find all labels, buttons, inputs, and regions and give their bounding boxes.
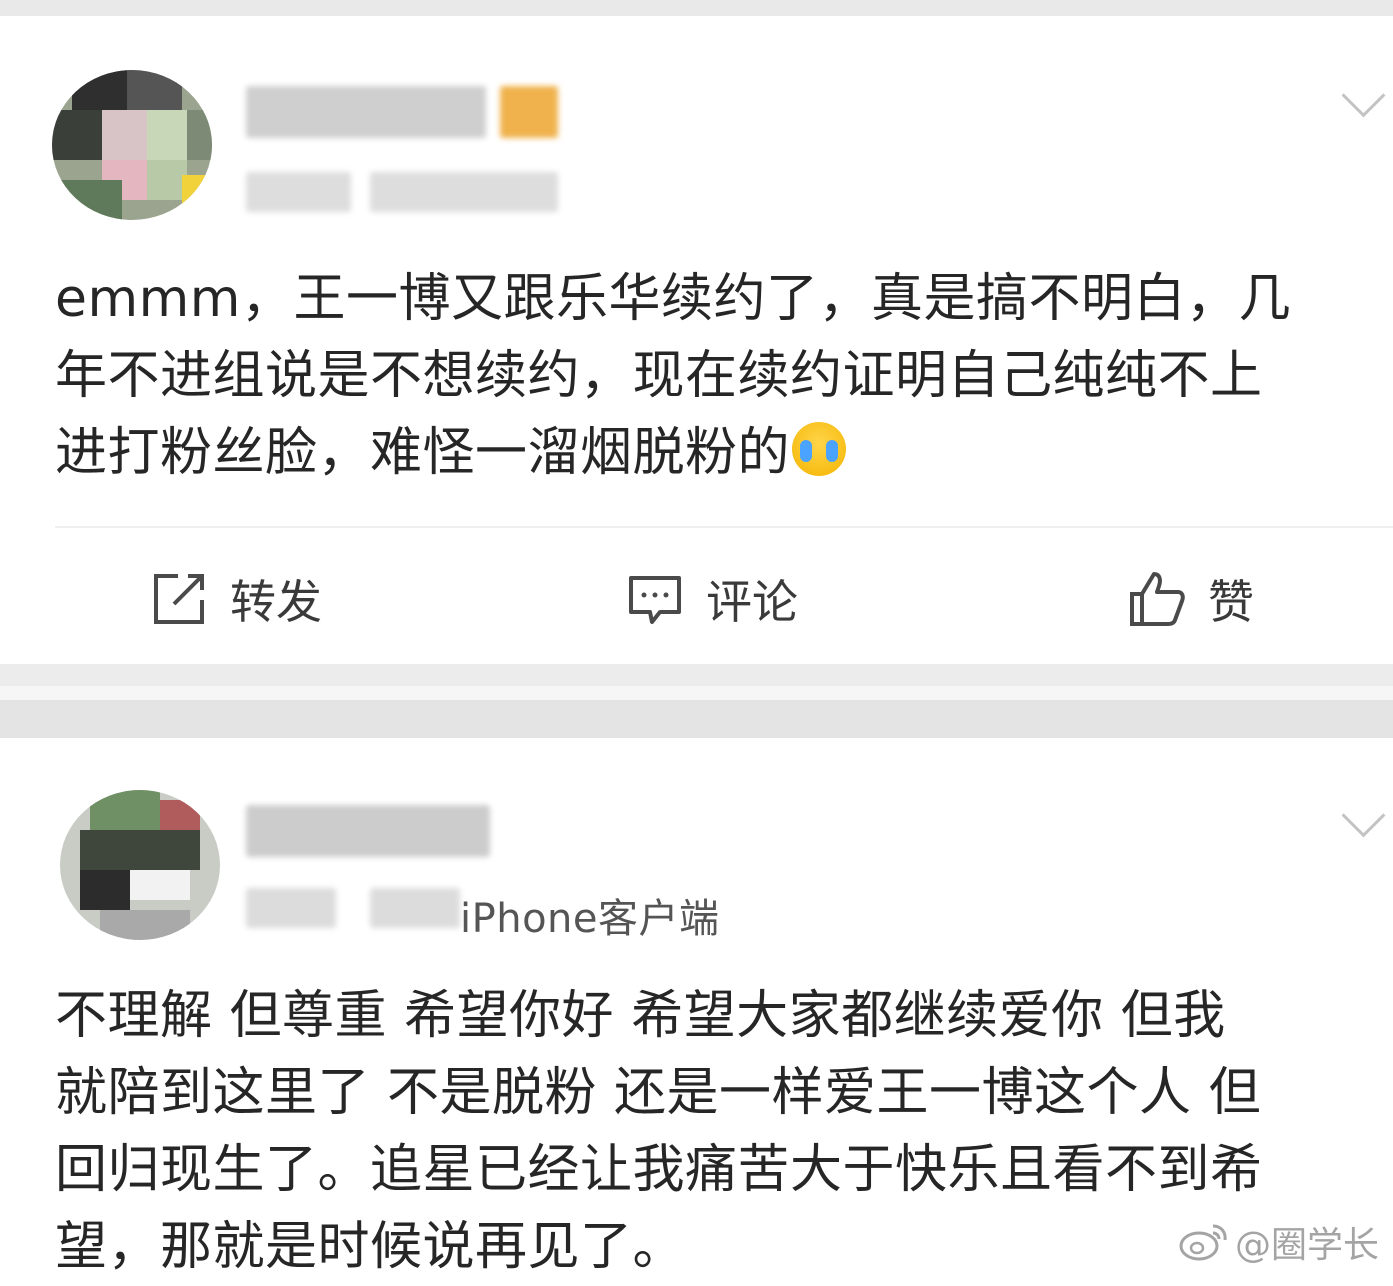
post-source-blurred (370, 888, 460, 928)
post-source-blurred (370, 172, 558, 212)
post-client: iPhone客户端 (460, 896, 720, 942)
post-2-line: 回归现生了。追星已经让我痛苦大于快乐且看不到希 (55, 1140, 1263, 1200)
top-separator (0, 0, 1393, 16)
comment-icon (629, 576, 681, 624)
watermark: @圈学长 (1179, 1216, 1379, 1268)
divider (55, 526, 1393, 528)
repost-icon (154, 574, 204, 624)
comment-button[interactable]: 评论 (626, 566, 798, 632)
like-button[interactable]: 赞 (1128, 566, 1254, 632)
crying-face-icon (792, 422, 847, 476)
post-time-blurred (246, 888, 336, 928)
repost-label: 转发 (230, 575, 322, 629)
comment-label: 评论 (706, 575, 798, 629)
avatar[interactable] (52, 70, 212, 220)
post-1-line: 年不进组说是不想续约，现在续约证明自己纯纯不上 (55, 346, 1263, 406)
post-1-body: emmm，王一博又跟乐华续约了，真是搞不明白，几 年不进组说是不想续约，现在续约… (55, 261, 1385, 492)
card-separator (0, 686, 1393, 700)
post-time-blurred (246, 172, 351, 212)
avatar[interactable] (60, 790, 220, 940)
post-1-line-text: 进打粉丝脸，难怪一溜烟脱粉的 (55, 423, 791, 483)
user-badge-blurred (500, 86, 558, 138)
username-blurred[interactable] (246, 805, 490, 857)
post-2-line: 就陪到这里了 不是脱粉 还是一样爱王一博这个人 但 (55, 1063, 1262, 1123)
weibo-logo-icon (1179, 1224, 1227, 1261)
post-2-line: 不理解 但尊重 希望你好 希望大家都继续爱你 但我 (55, 986, 1226, 1046)
watermark-text: @圈学长 (1234, 1225, 1379, 1266)
post-1-line: emmm，王一博又跟乐华续约了，真是搞不明白，几 (55, 269, 1291, 329)
like-label: 赞 (1208, 575, 1254, 629)
card-separator (0, 664, 1393, 686)
post-1-line: 进打粉丝脸，难怪一溜烟脱粉的 (55, 415, 1385, 492)
repost-button[interactable]: 转发 (150, 566, 322, 632)
thumbs-up-icon (1130, 572, 1185, 626)
username-blurred[interactable] (246, 86, 486, 138)
card-separator (0, 700, 1393, 738)
